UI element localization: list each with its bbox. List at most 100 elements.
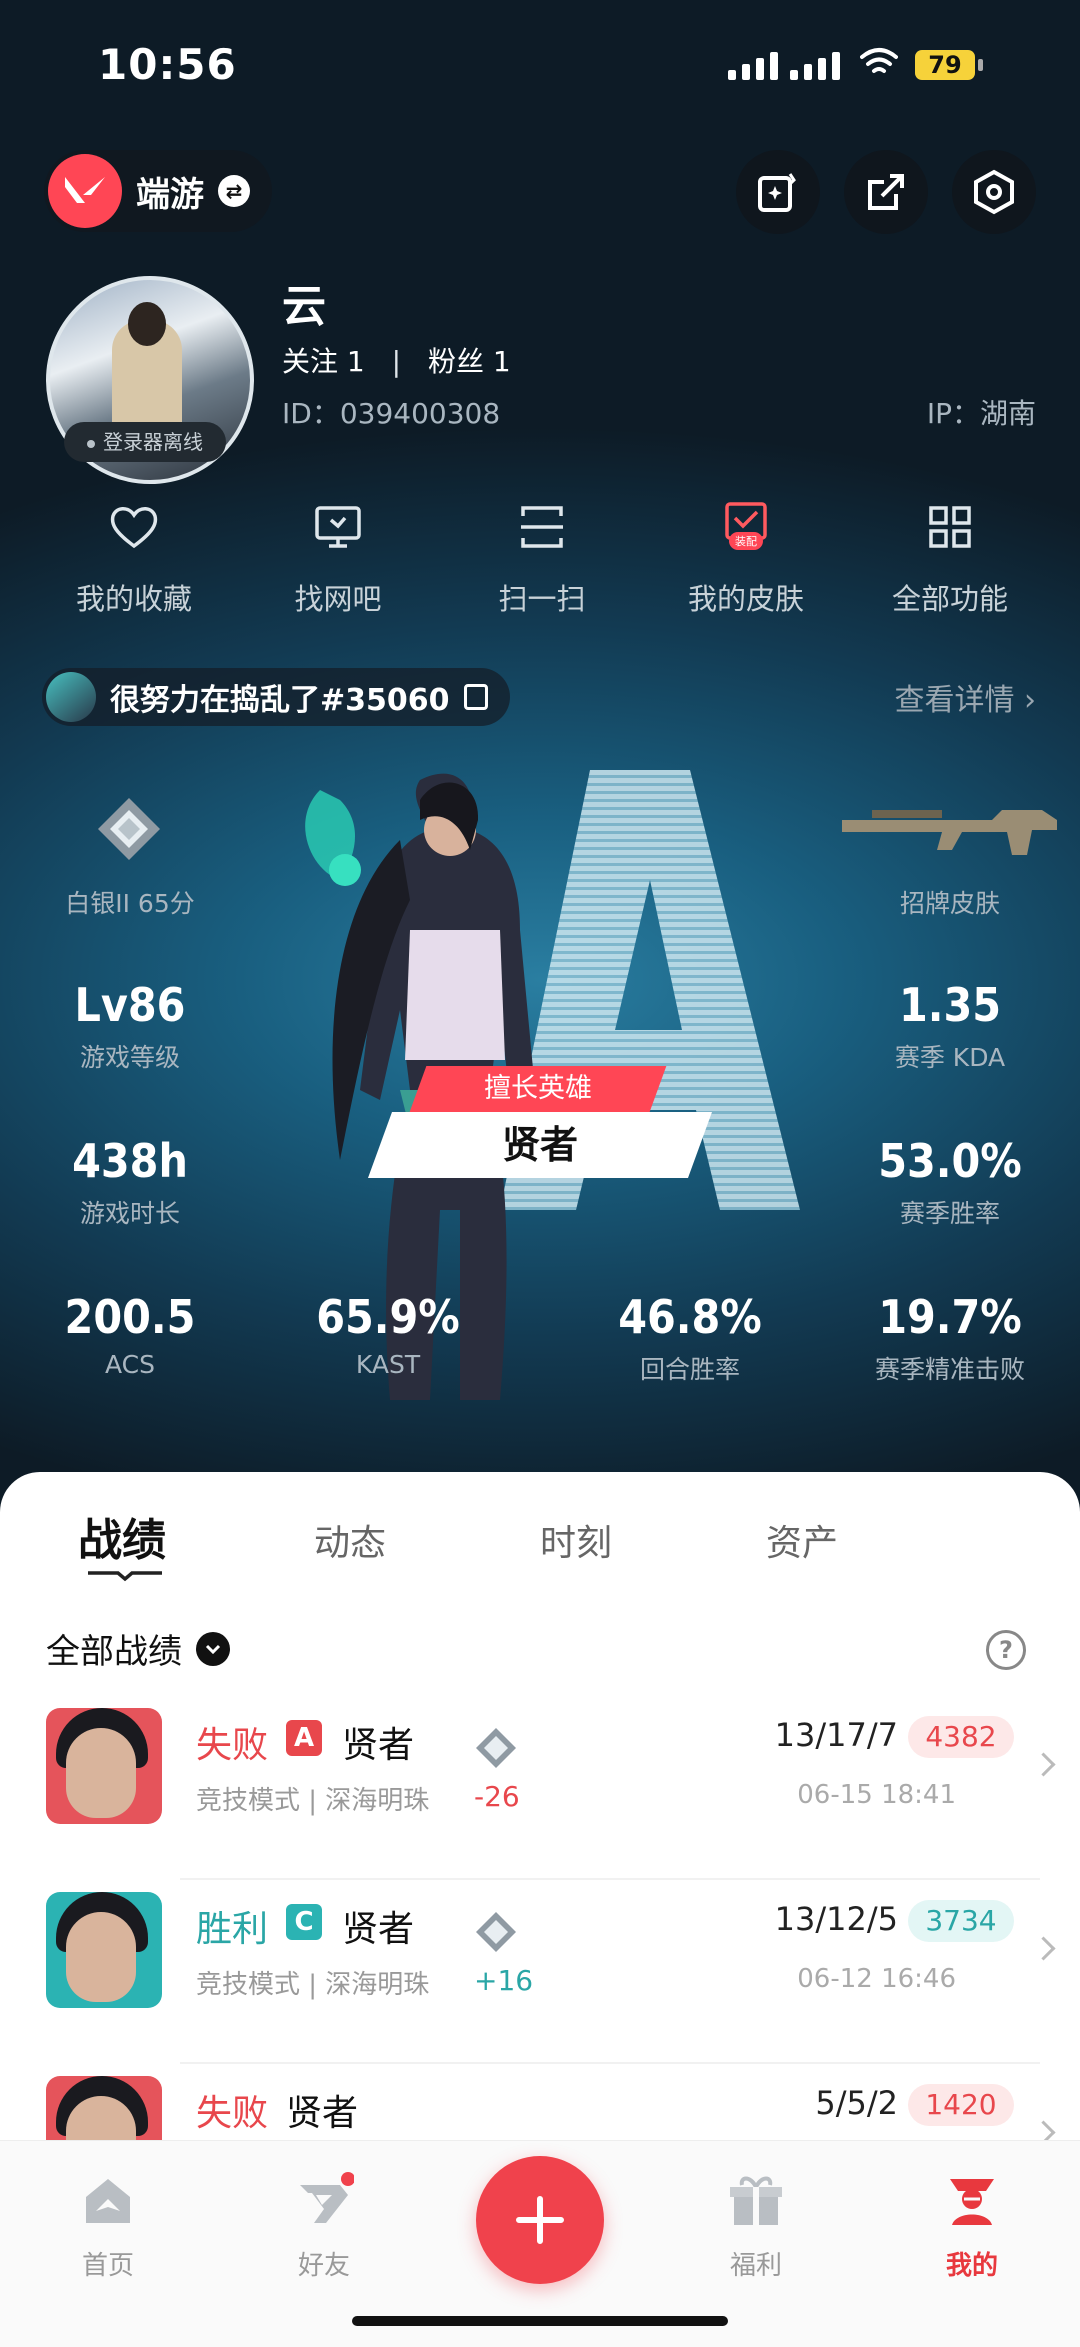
quick-my-skins[interactable]: 装配 我的皮肤 <box>644 500 848 618</box>
tab-assets[interactable]: 资产 <box>766 1514 838 1566</box>
heart-icon <box>110 507 158 549</box>
nav-friends[interactable]: 好友 <box>264 2171 384 2282</box>
silver-rank-icon <box>98 798 160 860</box>
app-root: 10:56 79 端游 ⇄ 登录器离线 云 关注 1 | 粉丝 1 ID：039… <box>0 0 1080 2347</box>
chevron-right-icon <box>1031 1936 1056 1961</box>
plus-icon <box>516 2196 564 2244</box>
match-grade-badge: A <box>286 1720 322 1756</box>
riot-id: 很努力在捣乱了#35060 <box>110 683 450 718</box>
rank-delta: +16 <box>474 1964 534 1997</box>
chevron-down-icon <box>196 1631 230 1666</box>
share-button[interactable] <box>844 150 928 234</box>
battery-indicator: 79 <box>915 50 983 80</box>
skin-icon: 装配 <box>725 502 767 550</box>
match-row[interactable]: 胜利 C 贤者 竞技模式 | 深海明珠 +16 13/12/5 3734 06-… <box>0 1886 1080 2070</box>
match-kda: 13/12/5 <box>774 1900 898 1938</box>
home-icon <box>86 2179 130 2223</box>
game-mode-label: 端游 <box>136 174 204 215</box>
user-id: ID：039400308 <box>282 397 501 430</box>
match-kda: 13/17/7 <box>774 1716 898 1754</box>
match-points-badge: 4382 <box>908 1716 1014 1758</box>
profile-name: 云 <box>282 281 326 332</box>
cellular-signal-2-icon <box>790 52 840 80</box>
launcher-offline-badge: 登录器离线 <box>64 422 226 462</box>
quick-scan[interactable]: 扫一扫 <box>440 500 644 618</box>
main-agent-label: 擅长英雄 <box>409 1066 667 1112</box>
follow-stats: 关注 1 | 粉丝 1 <box>282 340 511 380</box>
ip-location: IP：湖南 <box>926 397 1036 430</box>
riot-id-pill[interactable]: 很努力在捣乱了#35060 <box>42 668 510 726</box>
gift-icon <box>730 2176 782 2225</box>
sparkle-card-icon <box>758 173 796 212</box>
weapon-skin-image <box>842 810 1057 855</box>
agent-thumbnail <box>46 1892 162 2008</box>
skin-badge-text: 装配 <box>735 535 757 548</box>
rank-mini-icon <box>476 1912 516 1952</box>
scan-icon <box>521 506 563 548</box>
rank-mini-icon <box>476 1728 516 1768</box>
match-agent: 贤者 <box>342 1725 415 1766</box>
match-date: 06-15 18:41 <box>797 1780 956 1810</box>
match-agent: 贤者 <box>342 1909 415 1950</box>
records-filter[interactable]: 全部战绩 <box>46 1624 230 1673</box>
help-icon[interactable]: ? <box>986 1630 1026 1670</box>
following-count[interactable]: 关注 1 <box>282 345 365 378</box>
grid-icon <box>929 506 971 548</box>
match-points-badge: 1420 <box>908 2084 1014 2126</box>
match-agent: 贤者 <box>286 2093 359 2134</box>
nav-welfare[interactable]: 福利 <box>696 2171 816 2282</box>
stat-hours: 438h 游戏时长 <box>72 1134 188 1228</box>
match-result: 失败 <box>196 1725 269 1766</box>
follow-separator: | <box>391 345 402 378</box>
match-date: 06-12 16:46 <box>797 1964 956 1994</box>
chevron-right-icon: › <box>1024 683 1036 718</box>
match-grade-badge: C <box>286 1904 322 1940</box>
home-indicator <box>352 2316 728 2326</box>
create-button[interactable] <box>476 2156 604 2284</box>
main-agent-name: 贤者 <box>367 1112 713 1178</box>
stat-signature-skin[interactable]: 招牌皮肤 <box>840 884 1060 920</box>
share-icon <box>868 174 904 210</box>
main-agent-tag[interactable]: 擅长英雄 贤者 <box>367 1066 720 1178</box>
view-details-link[interactable]: 查看详情 › <box>894 675 1036 719</box>
fans-count[interactable]: 粉丝 1 <box>428 345 511 378</box>
nav-home[interactable]: 首页 <box>48 2171 168 2282</box>
profile-agent-icon <box>950 2179 994 2225</box>
quick-favorites[interactable]: 我的收藏 <box>32 500 236 618</box>
stat-rank[interactable]: 白银II 65分 <box>20 884 240 920</box>
chevron-right-icon <box>1031 1752 1056 1777</box>
friends-icon <box>300 2172 355 2223</box>
copy-icon[interactable] <box>463 684 488 710</box>
quick-find-netcafe[interactable]: 找网吧 <box>236 500 440 618</box>
settings-button[interactable] <box>952 150 1036 234</box>
nav-me[interactable]: 我的 <box>912 2171 1032 2282</box>
stat-acs: 200.5 ACS <box>64 1290 196 1379</box>
quick-actions: 我的收藏 找网吧 扫一扫 装配 我的皮肤 全部功能 <box>0 500 1080 618</box>
rank-delta: -26 <box>474 1780 520 1813</box>
monitor-icon <box>315 506 361 548</box>
stat-kast: 65.9% KAST <box>316 1290 460 1379</box>
tab-records[interactable]: 战绩 <box>78 1504 166 1568</box>
stat-kda: 1.35 赛季 KDA <box>894 978 1006 1072</box>
stat-level: Lv86 游戏等级 <box>74 978 186 1072</box>
agent-thumbnail <box>46 1708 162 1824</box>
match-row[interactable]: 失败 A 贤者 竞技模式 | 深海明珠 -26 13/17/7 4382 06-… <box>0 1702 1080 1886</box>
match-result: 失败 <box>196 2093 269 2134</box>
game-mode-switch[interactable]: 端游 ⇄ <box>44 150 272 232</box>
match-points-badge: 3734 <box>908 1900 1014 1942</box>
status-bar: 10:56 79 <box>0 0 1080 140</box>
quick-all-functions[interactable]: 全部功能 <box>848 500 1052 618</box>
valorant-logo-icon <box>48 154 122 228</box>
match-result: 胜利 <box>196 1909 269 1950</box>
tab-moments-feed[interactable]: 动态 <box>314 1514 386 1566</box>
active-tab-indicator <box>88 1571 162 1582</box>
cellular-signal-icon <box>728 52 778 80</box>
stat-round-winrate: 46.8% 回合胜率 <box>618 1290 762 1384</box>
tab-highlights[interactable]: 时刻 <box>540 1514 612 1566</box>
card-button[interactable] <box>736 150 820 234</box>
status-time: 10:56 <box>98 40 237 89</box>
match-kda: 5/5/2 <box>815 2084 898 2122</box>
match-mode-map: 竞技模式 | 深海明珠 <box>196 1970 430 2000</box>
player-card-avatar <box>46 672 96 722</box>
swap-icon: ⇄ <box>218 175 250 207</box>
